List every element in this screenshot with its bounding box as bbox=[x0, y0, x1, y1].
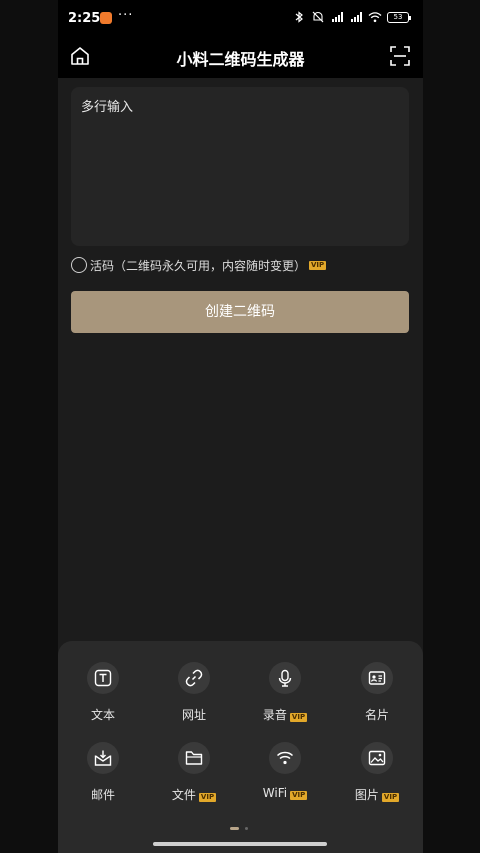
textarea-placeholder: 多行输入 bbox=[81, 100, 134, 115]
more-notifications-icon: ··· bbox=[118, 8, 134, 23]
vip-badge: VIP bbox=[289, 713, 308, 722]
tool-email[interactable]: 邮件 bbox=[73, 742, 133, 804]
title-bar: 小料二维码生成器 bbox=[58, 36, 423, 78]
tool-wifi[interactable]: WiFi VIP bbox=[255, 742, 315, 804]
tool-recording[interactable]: 录音 VIP bbox=[255, 662, 315, 724]
tool-image-label: 图片 bbox=[354, 788, 379, 802]
type-panel: 文本 网址 录音 VIP 名片 邮件 文件 VIP WiFi VIP 图片 VI… bbox=[58, 641, 423, 853]
vip-badge: VIP bbox=[198, 793, 217, 802]
notification-app-icon bbox=[100, 12, 112, 24]
tool-recording-label: 录音 bbox=[262, 708, 287, 722]
status-bar: 2:25 ··· 53 bbox=[58, 0, 423, 36]
battery-icon: 53 bbox=[387, 11, 411, 23]
vip-badge: VIP bbox=[309, 260, 327, 270]
mail-icon bbox=[87, 742, 119, 774]
live-code-label: 活码（二维码永久可用，内容随时变更） bbox=[90, 258, 307, 273]
signal-1-icon bbox=[332, 12, 343, 22]
live-code-option[interactable]: 活码（二维码永久可用，内容随时变更） VIP bbox=[71, 256, 327, 274]
vip-badge: VIP bbox=[381, 793, 400, 802]
tool-url-label: 网址 bbox=[181, 708, 206, 722]
folder-icon bbox=[178, 742, 210, 774]
link-icon bbox=[178, 662, 210, 694]
vip-badge: VIP bbox=[290, 791, 308, 800]
left-letterbox bbox=[0, 0, 58, 853]
tool-text-label: 文本 bbox=[90, 708, 115, 722]
contact-card-icon bbox=[361, 662, 393, 694]
wifi-status-icon bbox=[368, 12, 382, 23]
tool-image[interactable]: 图片 VIP bbox=[347, 742, 407, 804]
signal-2-icon bbox=[351, 12, 362, 22]
tool-business-card[interactable]: 名片 bbox=[347, 662, 407, 724]
page-title: 小料二维码生成器 bbox=[176, 50, 305, 69]
scan-icon[interactable] bbox=[389, 45, 411, 67]
image-icon bbox=[361, 742, 393, 774]
content-textarea[interactable]: 多行输入 bbox=[71, 87, 409, 246]
right-letterbox bbox=[423, 0, 480, 853]
home-indicator[interactable] bbox=[153, 842, 327, 846]
create-qr-button[interactable]: 创建二维码 bbox=[71, 291, 409, 333]
status-icons: 53 bbox=[292, 11, 411, 23]
tool-email-label: 邮件 bbox=[90, 788, 115, 802]
tool-file[interactable]: 文件 VIP bbox=[164, 742, 224, 804]
page-dot bbox=[245, 827, 248, 830]
page-dot-active bbox=[230, 827, 239, 830]
mute-icon bbox=[312, 11, 324, 23]
tool-business-card-label: 名片 bbox=[364, 708, 389, 722]
tool-wifi-label: WiFi bbox=[262, 786, 288, 800]
tool-file-label: 文件 bbox=[171, 788, 196, 802]
app-screen: 2:25 ··· 53 小料二维码生成器 多行输入 活码（二维码永久可用，内容随… bbox=[58, 0, 423, 853]
live-code-radio[interactable] bbox=[71, 257, 87, 273]
tool-url[interactable]: 网址 bbox=[164, 662, 224, 724]
status-time: 2:25 bbox=[68, 11, 101, 26]
page-indicator bbox=[230, 827, 248, 830]
wifi-icon bbox=[269, 742, 301, 774]
text-icon bbox=[87, 662, 119, 694]
bluetooth-icon bbox=[295, 11, 303, 23]
tool-text[interactable]: 文本 bbox=[73, 662, 133, 724]
microphone-icon bbox=[269, 662, 301, 694]
